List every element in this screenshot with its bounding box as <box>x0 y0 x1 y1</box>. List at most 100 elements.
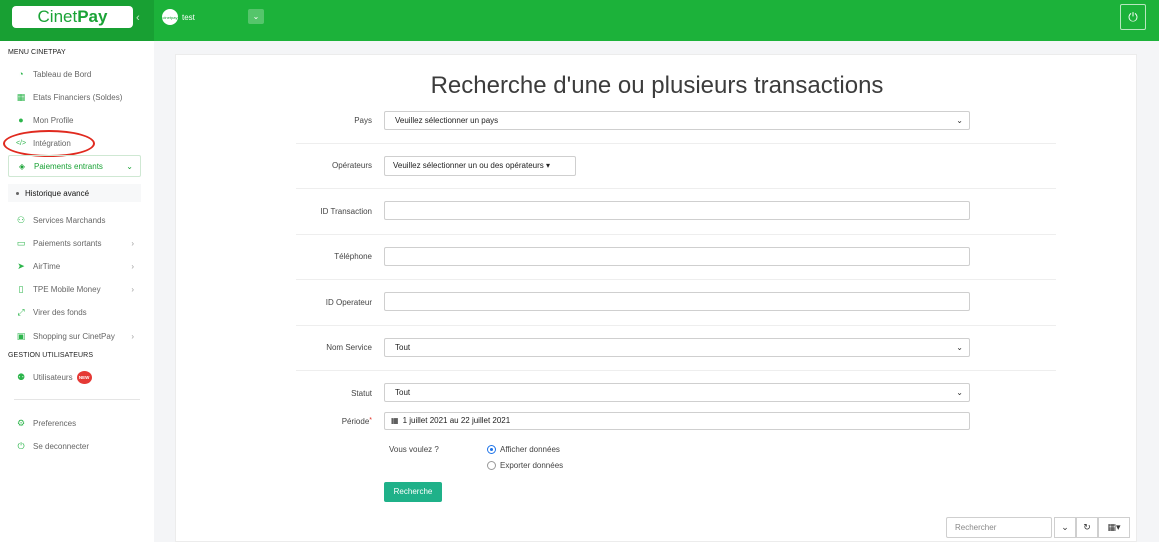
chevron-down-icon[interactable]: ⌄ <box>1054 517 1076 538</box>
sidebar-item-paiements-sortants[interactable]: ▭ Paiements sortants › <box>14 236 140 250</box>
gear-icon: ⚙ <box>16 417 26 428</box>
sidebar-item-label: Utilisateurs <box>33 372 73 382</box>
sidebar-item-shopping-cinetpay[interactable]: ▣ Shopping sur CinetPay › <box>14 329 140 343</box>
id-transaction-input[interactable] <box>384 201 970 220</box>
statut-select[interactable]: Tout ⌄ <box>384 383 970 402</box>
sidebar-item-utilisateurs[interactable]: ⚉ Utilisateurs NEW <box>14 370 140 384</box>
transfer-icon: ⤢ <box>17 306 25 317</box>
telephone-label: Téléphone <box>334 252 372 261</box>
pays-select-value: Veuillez sélectionner un pays <box>395 116 499 125</box>
sidebar-item-label: TPE Mobile Money <box>33 284 101 294</box>
sidebar-item-preferences[interactable]: ⚙ Preferences <box>14 416 140 430</box>
nom-service-label: Nom Service <box>326 343 372 352</box>
sidebar-item-virer-des-fonds[interactable]: ⤢ Virer des fonds <box>14 305 140 319</box>
chevron-down-icon: ⌄ <box>956 343 963 352</box>
row-separator <box>296 279 1056 280</box>
sidebar-item-airtime[interactable]: ➤ AirTime › <box>14 259 140 273</box>
users-icon: ⚉ <box>16 371 26 382</box>
power-icon: ⏻ <box>17 440 25 451</box>
chevron-down-icon: ⌄ <box>126 161 133 171</box>
sidebar-item-label: AirTime <box>33 261 61 271</box>
account-avatar: cinetpay <box>162 9 178 25</box>
money-icon: ◈ <box>18 161 26 171</box>
sidebar-item-etats-financiers[interactable]: ▦ Etats Financiers (Soldes) <box>14 90 140 104</box>
periode-label: Période* <box>176 417 372 426</box>
dashboard-icon: ◔ <box>18 69 24 79</box>
account-switcher[interactable]: cinetpay test <box>162 9 195 25</box>
chevron-right-icon: › <box>131 331 134 341</box>
gestion-utilisateurs-title: GESTION UTILISATEURS <box>8 352 94 359</box>
sidebar-item-se-deconnecter[interactable]: ⏻ Se deconnecter <box>14 439 140 453</box>
radio-exporter-donnees[interactable]: Exporter données <box>487 461 563 470</box>
radio-label: Exporter données <box>500 461 564 470</box>
table-search-input[interactable]: Rechercher <box>946 517 1052 538</box>
sidebar-item-tpe-mobile-money[interactable]: ▯ TPE Mobile Money › <box>14 282 140 296</box>
chevron-right-icon: › <box>131 238 134 248</box>
logo-text-cinet: Cinet <box>37 7 78 26</box>
calculator-icon: ▦ <box>16 91 26 102</box>
page-title: Recherche d'une ou plusieurs transaction… <box>430 72 884 99</box>
output-question: Vous voulez ? <box>389 445 439 454</box>
operateurs-label: Opérateurs <box>331 161 372 170</box>
chevron-right-icon: › <box>131 261 134 271</box>
new-badge: NEW <box>76 370 92 384</box>
logout-power-button[interactable]: ⏻ <box>1120 4 1146 30</box>
chevron-down-icon: ⌄ <box>956 388 963 397</box>
sidebar-item-label: Etats Financiers (Soldes) <box>33 92 123 102</box>
pays-select[interactable]: Veuillez sélectionner un pays ⌄ <box>384 111 970 130</box>
radio-checked-icon <box>487 445 496 454</box>
sidebar-item-label: Paiements sortants <box>33 238 102 248</box>
id-operateur-input[interactable] <box>384 292 970 311</box>
refresh-icon[interactable]: ↻ <box>1076 517 1098 538</box>
row-separator <box>296 234 1056 235</box>
id-transaction-label: ID Transaction <box>320 207 372 216</box>
recherche-button[interactable]: Recherche <box>384 482 442 502</box>
operateurs-multiselect[interactable]: Veuillez sélectionner un ou des opérateu… <box>384 156 576 176</box>
row-separator <box>296 188 1056 189</box>
sidebar-subitem-historique-avance[interactable]: Historique avancé <box>8 184 141 202</box>
cinetpay-logo[interactable]: CinetPay <box>12 6 133 28</box>
sidebar-group-paiements-entrants[interactable]: ◈ Paiements entrants ⌄ <box>8 155 141 177</box>
row-separator <box>296 325 1056 326</box>
radio-unchecked-icon <box>487 461 496 470</box>
sidebar-group-label: Paiements entrants <box>34 161 103 171</box>
sidebar: MENU CINETPAY ◔ Tableau de Bord ▦ Etats … <box>0 41 154 542</box>
telephone-input[interactable] <box>384 247 970 266</box>
row-separator <box>296 370 1056 371</box>
credit-card-icon: ▭ <box>16 237 26 248</box>
sidebar-item-tableau-de-bord[interactable]: ◔ Tableau de Bord <box>14 67 140 81</box>
columns-toggle-icon[interactable]: ▦▾ <box>1098 517 1130 538</box>
sidebar-item-mon-profile[interactable]: ● Mon Profile <box>14 113 140 127</box>
sidebar-collapse-icon[interactable]: ‹ <box>136 12 140 24</box>
sidebar-item-label: Se deconnecter <box>33 441 90 451</box>
nom-service-select-value: Tout <box>395 343 411 352</box>
brand-area: CinetPay ‹ <box>0 0 154 41</box>
logo-text-pay: Pay <box>77 7 108 26</box>
periode-daterange-input[interactable]: ▦ 1 juillet 2021 au 22 juillet 2021 <box>384 412 970 430</box>
sidebar-item-label: Preferences <box>33 418 77 428</box>
statut-label: Statut <box>351 389 372 398</box>
sidebar-item-label: Services Marchands <box>33 215 106 225</box>
send-icon: ➤ <box>17 260 25 271</box>
sidebar-divider <box>14 399 140 400</box>
mobile-icon: ▯ <box>18 283 24 294</box>
statut-select-value: Tout <box>395 388 411 397</box>
bullet-icon <box>16 191 19 195</box>
radio-afficher-donnees[interactable]: Afficher données <box>487 445 560 454</box>
radio-label: Afficher données <box>500 445 560 454</box>
sidebar-item-label: Shopping sur CinetPay <box>33 331 115 341</box>
user-icon: ● <box>18 115 24 125</box>
nom-service-select[interactable]: Tout ⌄ <box>384 338 970 357</box>
shopping-icon: ▣ <box>16 330 26 341</box>
required-asterisk: * <box>369 417 372 424</box>
calendar-icon: ▦ <box>391 416 399 425</box>
search-form-panel: Recherche d'une ou plusieurs transaction… <box>175 54 1137 542</box>
sidebar-item-services-marchands[interactable]: ⚇ Services Marchands <box>14 213 140 227</box>
annotation-highlight-circle <box>3 130 95 157</box>
id-operateur-label: ID Operateur <box>325 298 372 307</box>
sidebar-item-label: Virer des fonds <box>33 307 87 317</box>
top-bar: CinetPay ‹ cinetpay test ⌄ ⏻ <box>0 0 1159 41</box>
menu-cinetpay-title: MENU CINETPAY <box>8 49 66 56</box>
chevron-down-icon[interactable]: ⌄ <box>248 9 264 24</box>
periode-label-text: Période <box>341 417 370 426</box>
